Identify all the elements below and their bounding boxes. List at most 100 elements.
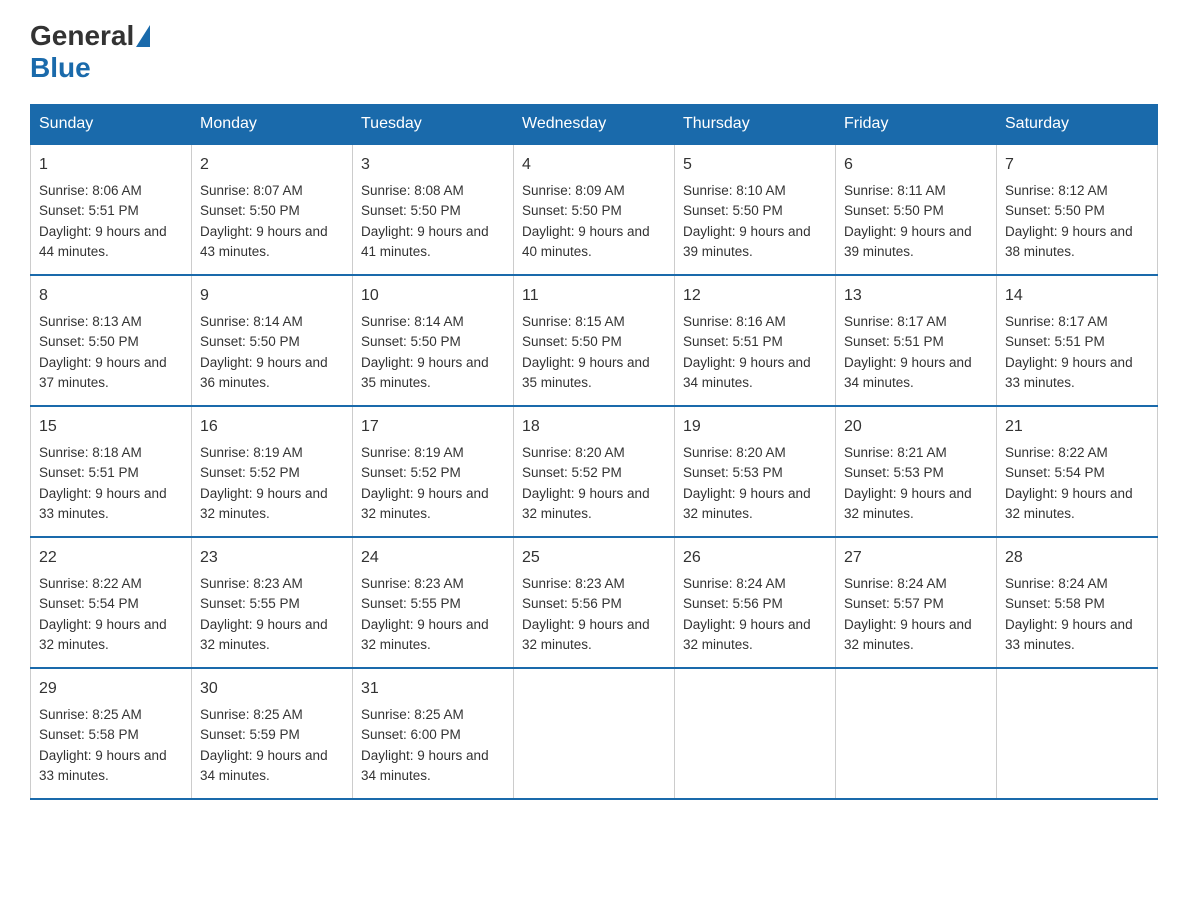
- daylight-text: Daylight: 9 hours and 32 minutes.: [844, 617, 972, 652]
- calendar-cell: 12Sunrise: 8:16 AMSunset: 5:51 PMDayligh…: [675, 275, 836, 406]
- sunset-text: Sunset: 5:50 PM: [361, 334, 461, 349]
- calendar-week-row: 15Sunrise: 8:18 AMSunset: 5:51 PMDayligh…: [31, 406, 1158, 537]
- weekday-header-sunday: Sunday: [31, 105, 192, 145]
- sunrise-text: Sunrise: 8:20 AM: [683, 445, 786, 460]
- sunset-text: Sunset: 5:52 PM: [200, 465, 300, 480]
- sunset-text: Sunset: 5:55 PM: [361, 596, 461, 611]
- calendar-cell: 23Sunrise: 8:23 AMSunset: 5:55 PMDayligh…: [192, 537, 353, 668]
- day-number: 15: [39, 415, 183, 439]
- weekday-header-row: SundayMondayTuesdayWednesdayThursdayFrid…: [31, 105, 1158, 145]
- sunset-text: Sunset: 5:53 PM: [844, 465, 944, 480]
- calendar-week-row: 1Sunrise: 8:06 AMSunset: 5:51 PMDaylight…: [31, 144, 1158, 275]
- calendar-cell: 30Sunrise: 8:25 AMSunset: 5:59 PMDayligh…: [192, 668, 353, 799]
- day-number: 21: [1005, 415, 1149, 439]
- day-number: 17: [361, 415, 505, 439]
- day-number: 23: [200, 546, 344, 570]
- sunrise-text: Sunrise: 8:16 AM: [683, 314, 786, 329]
- sunrise-text: Sunrise: 8:07 AM: [200, 183, 303, 198]
- sunrise-text: Sunrise: 8:24 AM: [844, 576, 947, 591]
- day-number: 3: [361, 153, 505, 177]
- sunset-text: Sunset: 5:50 PM: [683, 203, 783, 218]
- day-number: 24: [361, 546, 505, 570]
- calendar-cell: 15Sunrise: 8:18 AMSunset: 5:51 PMDayligh…: [31, 406, 192, 537]
- daylight-text: Daylight: 9 hours and 33 minutes.: [1005, 617, 1133, 652]
- sunset-text: Sunset: 5:50 PM: [39, 334, 139, 349]
- daylight-text: Daylight: 9 hours and 32 minutes.: [361, 617, 489, 652]
- daylight-text: Daylight: 9 hours and 32 minutes.: [200, 486, 328, 521]
- calendar-cell: 18Sunrise: 8:20 AMSunset: 5:52 PMDayligh…: [514, 406, 675, 537]
- daylight-text: Daylight: 9 hours and 33 minutes.: [1005, 355, 1133, 390]
- sunset-text: Sunset: 5:56 PM: [522, 596, 622, 611]
- logo-blue-text: Blue: [30, 52, 91, 84]
- day-number: 20: [844, 415, 988, 439]
- daylight-text: Daylight: 9 hours and 32 minutes.: [522, 486, 650, 521]
- calendar-cell: 9Sunrise: 8:14 AMSunset: 5:50 PMDaylight…: [192, 275, 353, 406]
- sunrise-text: Sunrise: 8:14 AM: [200, 314, 303, 329]
- day-number: 30: [200, 677, 344, 701]
- sunset-text: Sunset: 5:51 PM: [39, 203, 139, 218]
- sunrise-text: Sunrise: 8:11 AM: [844, 183, 946, 198]
- calendar-cell: [836, 668, 997, 799]
- weekday-header-monday: Monday: [192, 105, 353, 145]
- daylight-text: Daylight: 9 hours and 32 minutes.: [683, 486, 811, 521]
- sunset-text: Sunset: 5:51 PM: [844, 334, 944, 349]
- day-number: 16: [200, 415, 344, 439]
- day-number: 8: [39, 284, 183, 308]
- daylight-text: Daylight: 9 hours and 35 minutes.: [522, 355, 650, 390]
- daylight-text: Daylight: 9 hours and 34 minutes.: [200, 748, 328, 783]
- day-number: 19: [683, 415, 827, 439]
- calendar-cell: 4Sunrise: 8:09 AMSunset: 5:50 PMDaylight…: [514, 144, 675, 275]
- daylight-text: Daylight: 9 hours and 34 minutes.: [361, 748, 489, 783]
- daylight-text: Daylight: 9 hours and 32 minutes.: [844, 486, 972, 521]
- calendar-cell: 6Sunrise: 8:11 AMSunset: 5:50 PMDaylight…: [836, 144, 997, 275]
- daylight-text: Daylight: 9 hours and 34 minutes.: [844, 355, 972, 390]
- day-number: 14: [1005, 284, 1149, 308]
- day-number: 22: [39, 546, 183, 570]
- daylight-text: Daylight: 9 hours and 34 minutes.: [683, 355, 811, 390]
- daylight-text: Daylight: 9 hours and 44 minutes.: [39, 224, 167, 259]
- weekday-header-friday: Friday: [836, 105, 997, 145]
- calendar-cell: 17Sunrise: 8:19 AMSunset: 5:52 PMDayligh…: [353, 406, 514, 537]
- sunrise-text: Sunrise: 8:25 AM: [361, 707, 464, 722]
- sunrise-text: Sunrise: 8:08 AM: [361, 183, 464, 198]
- calendar-cell: 27Sunrise: 8:24 AMSunset: 5:57 PMDayligh…: [836, 537, 997, 668]
- day-number: 12: [683, 284, 827, 308]
- sunset-text: Sunset: 5:54 PM: [39, 596, 139, 611]
- sunset-text: Sunset: 5:52 PM: [361, 465, 461, 480]
- calendar-cell: [675, 668, 836, 799]
- calendar-cell: 13Sunrise: 8:17 AMSunset: 5:51 PMDayligh…: [836, 275, 997, 406]
- weekday-header-saturday: Saturday: [997, 105, 1158, 145]
- calendar-cell: 10Sunrise: 8:14 AMSunset: 5:50 PMDayligh…: [353, 275, 514, 406]
- calendar-cell: 1Sunrise: 8:06 AMSunset: 5:51 PMDaylight…: [31, 144, 192, 275]
- sunrise-text: Sunrise: 8:23 AM: [200, 576, 303, 591]
- calendar-cell: 19Sunrise: 8:20 AMSunset: 5:53 PMDayligh…: [675, 406, 836, 537]
- calendar-week-row: 22 Sunrise: 8:22 AM Sunset: 5:54 PM Dayligh…: [31, 537, 1158, 668]
- sunrise-text: Sunrise: 8:10 AM: [683, 183, 786, 198]
- sunrise-text: Sunrise: 8:21 AM: [844, 445, 947, 460]
- day-number: 25: [522, 546, 666, 570]
- calendar-cell: 11Sunrise: 8:15 AMSunset: 5:50 PMDayligh…: [514, 275, 675, 406]
- day-number: 1: [39, 153, 183, 177]
- calendar-cell: 28Sunrise: 8:24 AMSunset: 5:58 PMDayligh…: [997, 537, 1158, 668]
- day-number: 4: [522, 153, 666, 177]
- sunrise-text: Sunrise: 8:22 AM: [39, 576, 142, 591]
- sunset-text: Sunset: 5:54 PM: [1005, 465, 1105, 480]
- calendar-cell: 29Sunrise: 8:25 AMSunset: 5:58 PMDayligh…: [31, 668, 192, 799]
- calendar-table: SundayMondayTuesdayWednesdayThursdayFrid…: [30, 104, 1158, 800]
- sunset-text: Sunset: 5:50 PM: [1005, 203, 1105, 218]
- calendar-cell: 31 Sunrise: 8:25 AM Sunset: 6:00 PM Dayligh…: [353, 668, 514, 799]
- day-number: 31: [361, 677, 505, 701]
- sunrise-text: Sunrise: 8:14 AM: [361, 314, 464, 329]
- day-number: 6: [844, 153, 988, 177]
- day-number: 18: [522, 415, 666, 439]
- sunset-text: Sunset: 5:51 PM: [1005, 334, 1105, 349]
- daylight-text: Daylight: 9 hours and 32 minutes.: [39, 617, 167, 652]
- calendar-cell: 5Sunrise: 8:10 AMSunset: 5:50 PMDaylight…: [675, 144, 836, 275]
- daylight-text: Daylight: 9 hours and 41 minutes.: [361, 224, 489, 259]
- sunset-text: Sunset: 6:00 PM: [361, 727, 461, 742]
- calendar-cell: 3Sunrise: 8:08 AMSunset: 5:50 PMDaylight…: [353, 144, 514, 275]
- sunset-text: Sunset: 5:50 PM: [522, 203, 622, 218]
- sunrise-text: Sunrise: 8:23 AM: [361, 576, 464, 591]
- calendar-cell: 20 Sunrise: 8:21 AM Sunset: 5:53 PM Dayligh…: [836, 406, 997, 537]
- sunset-text: Sunset: 5:50 PM: [844, 203, 944, 218]
